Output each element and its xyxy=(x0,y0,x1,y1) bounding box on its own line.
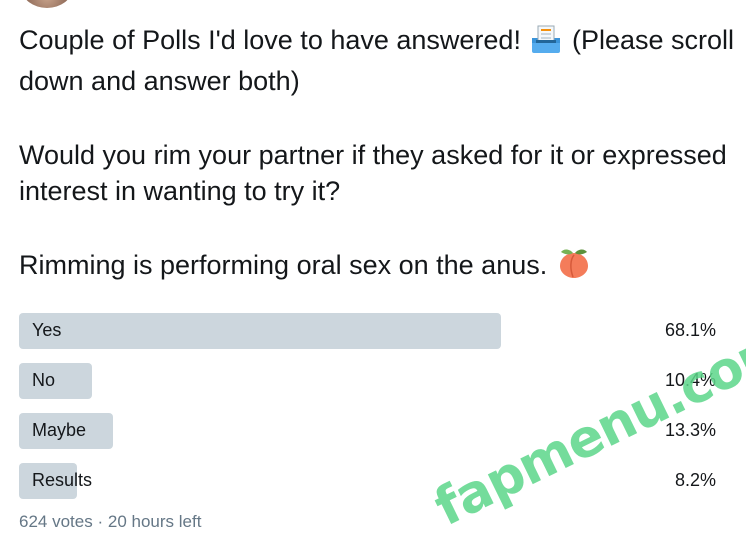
tweet-paragraph-2: Would you rim your partner if they asked… xyxy=(19,140,727,206)
tweet-paragraph-1: Couple of Polls I'd love to have answere… xyxy=(19,22,739,99)
peach-icon xyxy=(557,247,591,288)
poll-meta: 624 votes · 20 hours left xyxy=(19,512,201,532)
poll-option-label: No xyxy=(32,370,56,390)
poll-option-label: Yes xyxy=(32,320,62,340)
poll-meta-separator: · xyxy=(97,512,104,531)
poll-option-percent: 13.3% xyxy=(664,420,716,440)
tweet-line-1: Couple of Polls I'd love to have answere… xyxy=(19,25,521,55)
poll-option-percent: 68.1% xyxy=(664,320,716,340)
avatar[interactable] xyxy=(22,0,72,8)
poll-bar xyxy=(19,363,92,399)
tweet-text: Couple of Polls I'd love to have answere… xyxy=(19,22,739,326)
poll-vote-count: 624 votes xyxy=(19,512,93,531)
poll-option-percent: 10.4% xyxy=(664,370,716,390)
tweet-paragraph-3-text: Rimming is performing oral sex on the an… xyxy=(19,250,548,280)
ballot-box-icon xyxy=(530,24,562,63)
poll-option-no[interactable]: No 10.4% xyxy=(19,363,719,399)
poll-option-label: Maybe xyxy=(32,420,87,440)
poll-option-yes[interactable]: Yes 68.1% xyxy=(19,313,719,349)
poll-option-results[interactable]: Results 8.2% xyxy=(19,463,719,499)
poll-bar xyxy=(19,313,501,349)
poll-option-label: Results xyxy=(32,470,93,490)
poll-option-percent: 8.2% xyxy=(674,470,716,490)
tweet-paragraph-3: Rimming is performing oral sex on the an… xyxy=(19,247,739,288)
poll-option-maybe[interactable]: Maybe 13.3% xyxy=(19,413,719,449)
poll-time-left: 20 hours left xyxy=(107,512,202,531)
poll: Yes 68.1% No 10.4% Maybe 13.3% Results 8… xyxy=(19,313,719,513)
